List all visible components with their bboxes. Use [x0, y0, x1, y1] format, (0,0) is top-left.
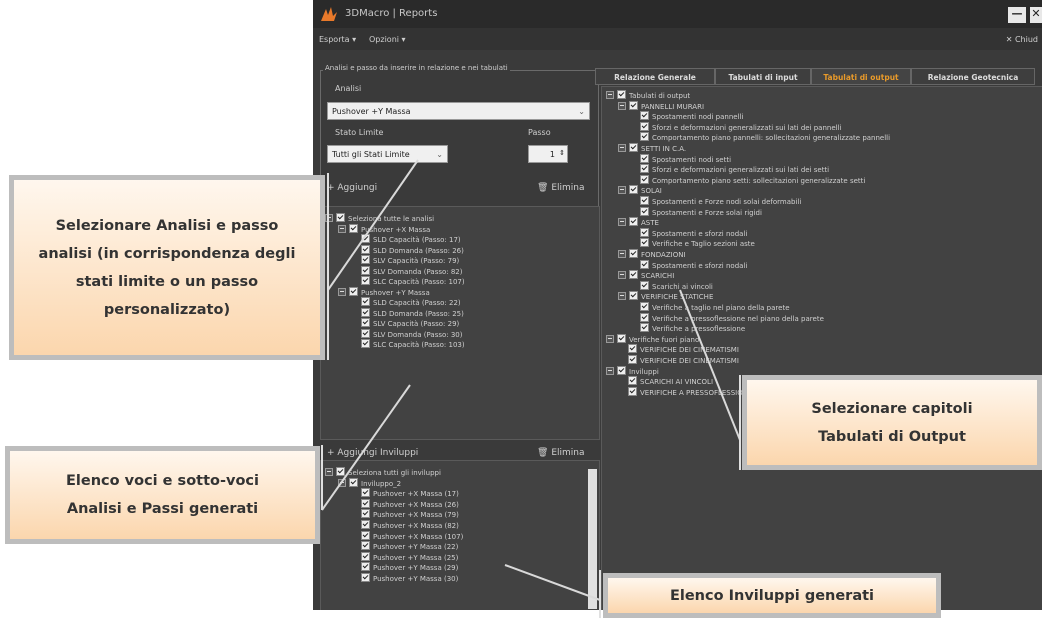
- callout-analysis-list: Elenco voci e sotto-voci Analisi e Passi…: [5, 446, 320, 544]
- connector-line: [327, 159, 419, 291]
- connector-line: [504, 564, 601, 601]
- callout-envelopes: Elenco Inviluppi generati: [603, 573, 941, 618]
- callout-output-chapters: Selezionare capitoli Tabulati di Output: [742, 375, 1042, 470]
- connector-line: [321, 384, 411, 511]
- connector-line: [679, 289, 741, 441]
- callout-select-analysis: Selezionare Analisi e passo analisi (in …: [9, 175, 325, 360]
